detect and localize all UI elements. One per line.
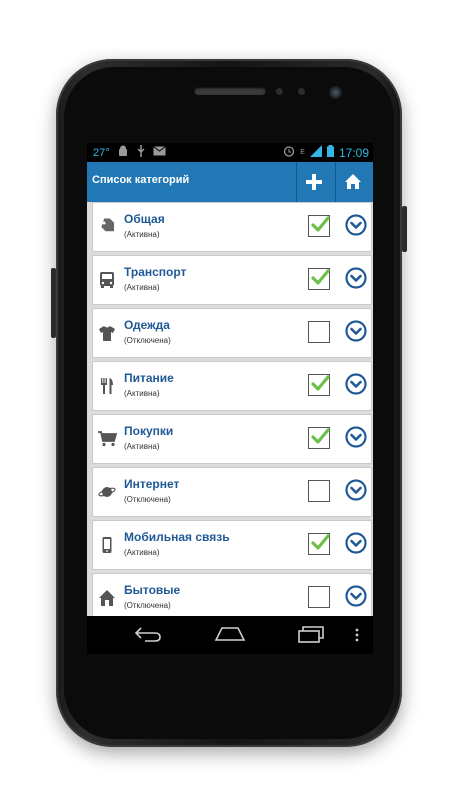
category-state: (Активна) [124, 442, 160, 451]
enable-checkbox[interactable] [308, 427, 330, 449]
category-row[interactable]: Питание (Активна) [92, 361, 372, 411]
enable-checkbox[interactable] [308, 268, 330, 290]
home-nav-button[interactable] [214, 624, 246, 649]
expand-chevron-icon[interactable] [345, 320, 367, 342]
expand-chevron-icon[interactable] [345, 373, 367, 395]
category-row[interactable]: Бытовые (Отключена) [92, 573, 372, 616]
cart-icon [98, 430, 118, 448]
planet-icon [98, 483, 116, 501]
category-state: (Отключена) [124, 601, 171, 610]
category-name: Мобильная связь [124, 530, 230, 544]
check-mark-icon [311, 375, 330, 391]
nav-bar [87, 616, 373, 654]
alarm-icon [283, 145, 295, 160]
category-row[interactable]: Покупки (Активна) [92, 414, 372, 464]
enable-checkbox[interactable] [308, 586, 330, 608]
back-icon [134, 627, 161, 642]
android-debug-icon [117, 145, 129, 160]
category-state: (Активна) [124, 230, 160, 239]
category-row[interactable]: Общая (Активна) [92, 202, 372, 252]
expand-chevron-icon[interactable] [345, 585, 367, 607]
earpiece-speaker [194, 87, 266, 95]
category-row[interactable]: Мобильная связь (Активна) [92, 520, 372, 570]
category-name: Одежда [124, 318, 170, 332]
category-name: Бытовые [124, 583, 181, 597]
volume-button [51, 268, 56, 338]
signal-icon [309, 145, 322, 160]
enable-checkbox[interactable] [308, 480, 330, 502]
menu-dots-icon [355, 628, 359, 642]
add-category-button[interactable] [296, 162, 331, 202]
category-state: (Активна) [124, 283, 160, 292]
expand-chevron-icon[interactable] [345, 267, 367, 289]
expand-chevron-icon[interactable] [345, 532, 367, 554]
recents-button[interactable] [296, 624, 326, 649]
home-button[interactable] [335, 162, 370, 202]
bus-icon [98, 271, 116, 289]
enable-checkbox[interactable] [308, 533, 330, 555]
category-state: (Активна) [124, 548, 160, 557]
check-mark-icon [311, 428, 330, 444]
recents-icon [298, 626, 324, 643]
mail-icon [152, 146, 166, 159]
category-name: Транспорт [124, 265, 187, 279]
check-mark-icon [311, 216, 330, 232]
power-button [402, 206, 407, 252]
check-mark-icon [311, 534, 330, 550]
category-name: Общая [124, 212, 165, 226]
check-mark-icon [311, 269, 330, 285]
temperature: 27° [93, 146, 110, 159]
menu-button[interactable] [355, 628, 359, 647]
page-title: Список категорий [92, 174, 190, 186]
action-bar: Список категорий [87, 162, 373, 202]
light-sensor [298, 88, 305, 95]
category-state: (Отключена) [124, 495, 171, 504]
front-camera [329, 86, 342, 99]
category-row[interactable]: Интернет (Отключена) [92, 467, 372, 517]
enable-checkbox[interactable] [308, 215, 330, 237]
category-row[interactable]: Транспорт (Активна) [92, 255, 372, 305]
screen: 27° E 17:09 Список категорий Общая (Акти… [87, 143, 373, 616]
usb-icon [136, 145, 146, 160]
category-name: Покупки [124, 424, 174, 438]
category-state: (Отключена) [124, 336, 171, 345]
status-bar: 27° E 17:09 [87, 143, 373, 162]
category-state: (Активна) [124, 389, 160, 398]
network-type: E [300, 149, 305, 156]
house-icon [98, 589, 116, 607]
home-nav-icon [214, 627, 246, 641]
home-icon [345, 174, 361, 189]
cutlery-icon [98, 377, 116, 395]
enable-checkbox[interactable] [308, 374, 330, 396]
expand-chevron-icon[interactable] [345, 214, 367, 236]
battery-icon [326, 145, 334, 160]
clock: 17:09 [338, 145, 369, 160]
category-row[interactable]: Одежда (Отключена) [92, 308, 372, 358]
category-name: Интернет [124, 477, 180, 491]
expand-chevron-icon[interactable] [345, 426, 367, 448]
mobile-phone-icon [98, 536, 116, 554]
plus-icon [306, 174, 322, 190]
expand-chevron-icon[interactable] [345, 479, 367, 501]
enable-checkbox[interactable] [308, 321, 330, 343]
back-button[interactable] [133, 624, 163, 649]
shirt-icon [98, 324, 116, 342]
tag-icon [98, 218, 116, 236]
category-name: Питание [124, 371, 174, 385]
proximity-sensor [276, 88, 283, 95]
